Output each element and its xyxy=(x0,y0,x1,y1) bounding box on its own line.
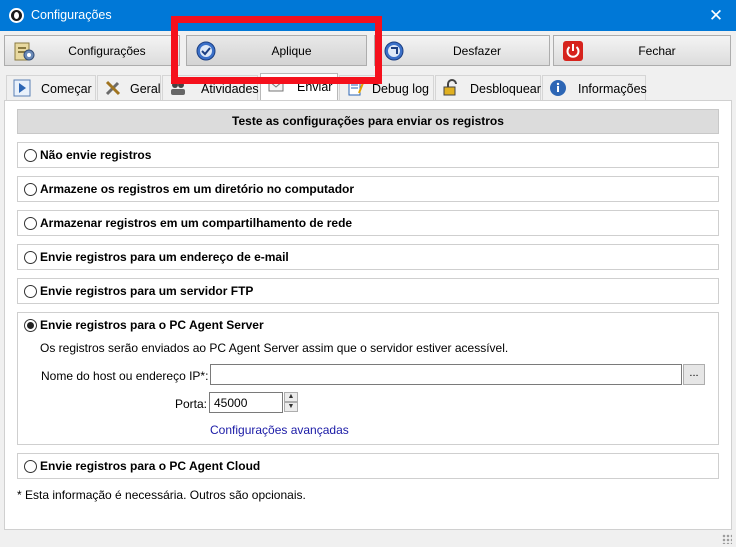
option-network-share[interactable]: Armazenar registros em um compartilhamen… xyxy=(17,210,719,236)
title-bar: Configurações ✕ xyxy=(0,0,736,31)
port-spinner[interactable]: ▲ ▼ xyxy=(284,392,298,413)
radio-email[interactable] xyxy=(24,251,37,264)
tab-geral[interactable]: Geral xyxy=(97,75,161,100)
resize-grip-icon[interactable] xyxy=(722,534,732,544)
people-icon xyxy=(171,82,185,95)
play-icon xyxy=(13,79,31,97)
tools-icon xyxy=(105,80,121,96)
tab-enviar[interactable]: Enviar xyxy=(260,73,338,101)
host-input[interactable] xyxy=(210,364,682,385)
status-strip xyxy=(0,531,736,547)
option-email-label: Envie registros para um endereço de e-ma… xyxy=(40,250,289,264)
option-agent-cloud-label: Envie registros para o PC Agent Cloud xyxy=(40,459,261,473)
option-no-send[interactable]: Não envie registros xyxy=(17,142,719,168)
required-note: * Esta informação é necessária. Outros s… xyxy=(17,488,306,502)
envelope-icon xyxy=(268,80,284,92)
tab-geral-label: Geral xyxy=(130,82,161,96)
tab-debug-log[interactable]: Debug log xyxy=(339,75,434,100)
radio-network-share[interactable] xyxy=(24,217,37,230)
info-icon xyxy=(550,80,566,96)
tab-atividades-label: Atividades xyxy=(201,82,259,96)
configuracoes-button[interactable]: Configurações xyxy=(4,35,180,66)
tab-desbloquear[interactable]: Desbloquear xyxy=(435,75,541,100)
fechar-button[interactable]: Fechar xyxy=(553,35,731,66)
desfazer-label: Desfazer xyxy=(452,44,502,58)
tab-bar: Começar Geral Atividades Enviar Debug lo… xyxy=(4,73,732,101)
app-icon xyxy=(9,8,24,23)
apply-icon xyxy=(196,41,216,61)
radio-ftp[interactable] xyxy=(24,285,37,298)
advanced-settings-link[interactable]: Configurações avançadas xyxy=(210,423,349,437)
port-label: Porta: xyxy=(175,397,208,411)
option-agent-server[interactable]: Envie registros para o PC Agent Server O… xyxy=(17,312,719,445)
tab-atividades[interactable]: Atividades xyxy=(162,75,259,100)
padlock-icon xyxy=(443,79,457,96)
tab-desbloquear-label: Desbloquear xyxy=(470,82,541,96)
option-local-dir[interactable]: Armazene os registros em um diretório no… xyxy=(17,176,719,202)
port-input[interactable]: 45000 xyxy=(209,392,283,413)
tab-enviar-label: Enviar xyxy=(297,80,333,94)
aplique-button[interactable]: Aplique xyxy=(186,35,367,66)
host-label: Nome do host ou endereço IP*: xyxy=(41,369,209,383)
tab-debug-log-label: Debug log xyxy=(372,82,429,96)
aplique-label: Aplique xyxy=(271,44,312,58)
browse-button[interactable]: ... xyxy=(683,364,705,385)
tab-informacoes-label: Informações xyxy=(578,82,647,96)
agent-server-description: Os registros serão enviados ao PC Agent … xyxy=(40,341,509,355)
notepad-icon xyxy=(348,80,364,96)
option-ftp[interactable]: Envie registros para um servidor FTP xyxy=(17,278,719,304)
settings-icon xyxy=(14,42,35,61)
desfazer-button[interactable]: Desfazer xyxy=(374,35,550,66)
spin-up-icon[interactable]: ▲ xyxy=(284,392,298,402)
spin-down-icon[interactable]: ▼ xyxy=(284,402,298,412)
option-agent-server-label: Envie registros para o PC Agent Server xyxy=(40,318,264,332)
close-window-button[interactable]: ✕ xyxy=(696,0,736,31)
option-ftp-label: Envie registros para um servidor FTP xyxy=(40,284,254,298)
toolbar: Configurações Aplique Desfazer Fechar xyxy=(0,31,736,71)
fechar-label: Fechar xyxy=(638,44,676,58)
power-icon xyxy=(563,41,583,61)
configuracoes-label: Configurações xyxy=(68,44,146,58)
option-network-share-label: Armazenar registros em um compartilhamen… xyxy=(40,216,353,230)
tab-comecar-label: Começar xyxy=(41,82,92,96)
option-email[interactable]: Envie registros para um endereço de e-ma… xyxy=(17,244,719,270)
option-agent-cloud[interactable]: Envie registros para o PC Agent Cloud xyxy=(17,453,719,479)
radio-agent-cloud[interactable] xyxy=(24,460,37,473)
radio-local-dir[interactable] xyxy=(24,183,37,196)
window-title: Configurações xyxy=(31,8,112,22)
radio-no-send[interactable] xyxy=(24,149,37,162)
option-local-dir-label: Armazene os registros em um diretório no… xyxy=(40,182,355,196)
enviar-panel: Teste as configurações para enviar os re… xyxy=(4,100,732,530)
tab-comecar[interactable]: Começar xyxy=(6,75,96,100)
radio-agent-server[interactable] xyxy=(24,319,37,332)
test-settings-button[interactable]: Teste as configurações para enviar os re… xyxy=(17,109,719,134)
option-no-send-label: Não envie registros xyxy=(40,148,152,162)
undo-icon xyxy=(384,41,404,61)
tab-informacoes[interactable]: Informações xyxy=(542,75,647,100)
